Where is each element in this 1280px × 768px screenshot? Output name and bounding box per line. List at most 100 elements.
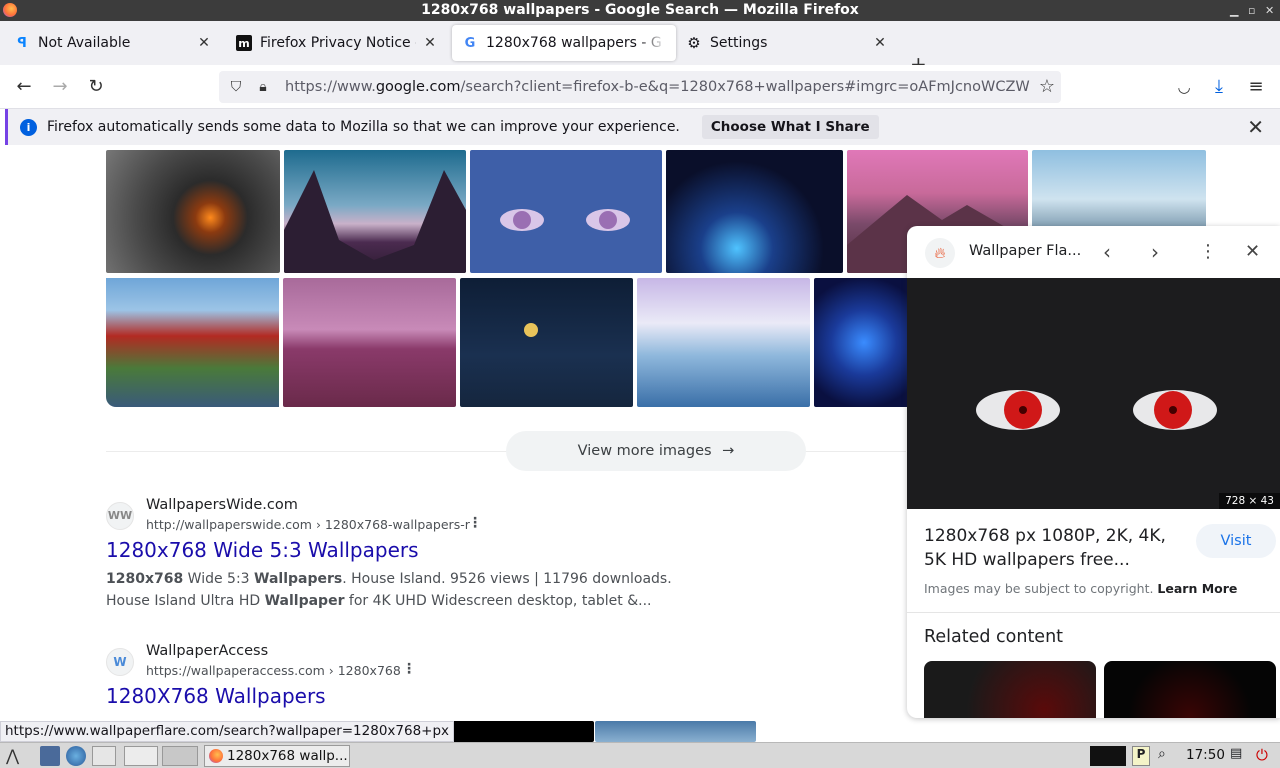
image-result-pink-sea[interactable] xyxy=(283,278,456,407)
result-site-name: WallpapersWide.com xyxy=(146,497,298,513)
result-site-name: WallpaperAccess xyxy=(146,643,269,659)
tab-close-icon[interactable]: ✕ xyxy=(422,35,438,51)
image-preview-panel: 🔥︎ Wallpaper Fla... ‹ › ⋮ ✕ 728 × 43 128… xyxy=(907,226,1280,718)
screen: 1280x768 wallpapers - Google Search — Mo… xyxy=(0,0,1280,768)
result-snippet: 1280x768 Wide 5:3 Wallpapers. House Isla… xyxy=(106,571,672,609)
tab-strip: ꟼ Not Available ✕ m Firefox Privacy Noti… xyxy=(0,21,1280,76)
view-more-images-button[interactable]: View more images → xyxy=(506,431,806,471)
firefox-logo-icon xyxy=(3,3,17,17)
tab-close-icon[interactable]: ✕ xyxy=(196,35,212,51)
moon-graphic xyxy=(524,323,538,337)
shield-icon[interactable]: ⛉ xyxy=(226,79,246,95)
power-icon[interactable]: ⏻ xyxy=(1256,746,1274,766)
lock-icon[interactable]: 🔒︎ xyxy=(253,79,273,95)
image-dimensions: 728 × 43 xyxy=(1219,493,1280,509)
maximize-icon[interactable]: ▫ xyxy=(1248,0,1255,21)
result-url[interactable]: https://wallpaperaccess.com › 1280x768 xyxy=(146,663,401,678)
firefox-launcher-icon[interactable] xyxy=(124,746,158,766)
arrow-right-icon: → xyxy=(722,443,735,459)
panel-site-name[interactable]: Wallpaper Fla... xyxy=(969,243,1081,259)
panel-image-title[interactable]: 1280x768 px 1080P, 2K, 4K, 5K HD wallpap… xyxy=(924,524,1186,572)
cpu-monitor-icon xyxy=(1090,746,1126,766)
visit-button[interactable]: Visit xyxy=(1196,524,1276,558)
file-manager-icon[interactable] xyxy=(40,746,60,766)
image-result-blue-abstract[interactable] xyxy=(814,278,914,407)
related-image-thumbnail[interactable] xyxy=(1104,661,1276,718)
divider xyxy=(907,612,1280,613)
minimize-icon[interactable]: ▁ xyxy=(1230,0,1238,21)
choose-what-i-share-button[interactable]: Choose What I Share xyxy=(701,115,879,139)
tab-close-icon[interactable]: ✕ xyxy=(872,35,888,51)
related-image-thumbnail[interactable] xyxy=(924,661,1096,718)
red-eyes-graphic xyxy=(976,390,1217,430)
more-vert-icon[interactable]: ⋮ xyxy=(1199,241,1217,262)
downloads-icon[interactable]: ⤓ xyxy=(1207,75,1231,99)
result-title-link[interactable]: 1280x768 Wide 5:3 Wallpapers xyxy=(106,538,419,562)
desktop-icon[interactable] xyxy=(92,746,116,766)
mozilla-m-icon: m xyxy=(236,35,252,51)
window-title: 1280x768 wallpapers - Google Search — Mo… xyxy=(421,2,859,18)
reload-icon[interactable]: ↻ xyxy=(84,75,108,99)
network-icon[interactable]: ▤ xyxy=(1230,746,1248,766)
result-image-thumbnail[interactable] xyxy=(450,721,594,742)
navigation-bar: ← → ↻ ⛉ 🔒︎ https://www.google.com/search… xyxy=(0,65,1280,109)
page-content: View more images → WW WallpapersWide.com… xyxy=(0,145,1280,742)
image-result-blue-eyes[interactable] xyxy=(470,150,662,273)
preview-image[interactable]: 728 × 43 xyxy=(907,278,1280,509)
menu-icon[interactable]: ≡ xyxy=(1244,75,1268,99)
taskbar-firefox-window[interactable]: 1280x768 wallp... xyxy=(204,745,350,767)
url-bar[interactable]: ⛉ 🔒︎ https://www.google.com/search?clien… xyxy=(219,71,1061,103)
forward-icon[interactable]: → xyxy=(48,75,72,99)
os-taskbar: ⋀ 1280x768 wallp... P ⌕ 17:50 ▤ ⏻ xyxy=(0,742,1280,768)
clipboard-icon[interactable]: P xyxy=(1132,746,1150,766)
copyright-notice: Images may be subject to copyright. Lear… xyxy=(924,581,1238,596)
google-g-icon: G xyxy=(464,35,476,51)
tab-privacy-notice[interactable]: m Firefox Privacy Notice — ✕ xyxy=(226,25,448,61)
close-window-icon[interactable]: ✕ xyxy=(1265,0,1274,21)
result-title-link[interactable]: 1280X768 Wallpapers xyxy=(106,684,326,708)
plug-icon: ꟼ xyxy=(17,35,27,51)
more-options-icon[interactable]: ⋮ xyxy=(468,515,482,531)
tab-google-search[interactable]: G 1280x768 wallpapers - G xyxy=(452,25,676,61)
window-titlebar: 1280x768 wallpapers - Google Search — Mo… xyxy=(0,0,1280,21)
url-text[interactable]: https://www.google.com/search?client=fir… xyxy=(285,79,1030,95)
panel-header: 🔥︎ Wallpaper Fla... ‹ › ⋮ ✕ xyxy=(907,226,1280,278)
chevron-left-icon[interactable]: ‹ xyxy=(1103,240,1111,264)
image-result-soldier[interactable] xyxy=(106,150,280,273)
clock[interactable]: 17:50 xyxy=(1186,747,1225,763)
gear-icon: ⚙ xyxy=(687,34,701,52)
site-favicon: WW xyxy=(106,502,134,530)
image-result-mountains-sunset[interactable] xyxy=(284,150,466,273)
close-panel-icon[interactable]: ✕ xyxy=(1245,241,1260,262)
image-result-motorbike[interactable] xyxy=(666,150,843,273)
bookmark-star-icon[interactable]: ☆ xyxy=(1039,76,1055,97)
result-image-thumbnail[interactable] xyxy=(595,721,756,742)
search-result: WW WallpapersWide.com http://wallpapersw… xyxy=(106,497,706,612)
tab-settings[interactable]: ⚙ Settings ✕ xyxy=(676,25,898,61)
related-content-heading: Related content xyxy=(924,627,1064,647)
flame-icon: 🔥︎ xyxy=(925,238,955,268)
result-url[interactable]: http://wallpaperswide.com › 1280x768-wal… xyxy=(146,517,470,532)
close-notification-icon[interactable]: ✕ xyxy=(1247,115,1264,139)
pocket-icon[interactable]: ◡ xyxy=(1172,75,1196,99)
workspace-icon[interactable] xyxy=(162,746,198,766)
site-favicon: W xyxy=(106,648,134,676)
start-menu-icon[interactable]: ⋀ xyxy=(6,746,32,766)
search-result: W WallpaperAccess https://wallpaperacces… xyxy=(106,643,706,728)
chevron-right-icon[interactable]: › xyxy=(1151,240,1159,264)
image-result-moon-night[interactable] xyxy=(460,278,633,407)
search-icon[interactable]: ⌕ xyxy=(1158,746,1178,766)
back-icon[interactable]: ← xyxy=(12,75,36,99)
firefox-logo-icon xyxy=(209,749,223,763)
image-result-red-houses[interactable] xyxy=(106,278,279,407)
more-options-icon[interactable]: ⋮ xyxy=(402,661,416,677)
link-status-tooltip: https://www.wallpaperflare.com/search?wa… xyxy=(0,721,455,742)
image-result-ice-landscape[interactable] xyxy=(637,278,810,407)
data-notification-bar: i Firefox automatically sends some data … xyxy=(5,109,1280,145)
tab-not-available[interactable]: ꟼ Not Available ✕ xyxy=(4,25,222,61)
learn-more-link[interactable]: Learn More xyxy=(1157,581,1237,596)
browser-icon[interactable] xyxy=(66,746,86,766)
info-icon: i xyxy=(20,118,37,136)
mountain-silhouette xyxy=(284,170,466,273)
eyes-graphic xyxy=(500,209,630,231)
